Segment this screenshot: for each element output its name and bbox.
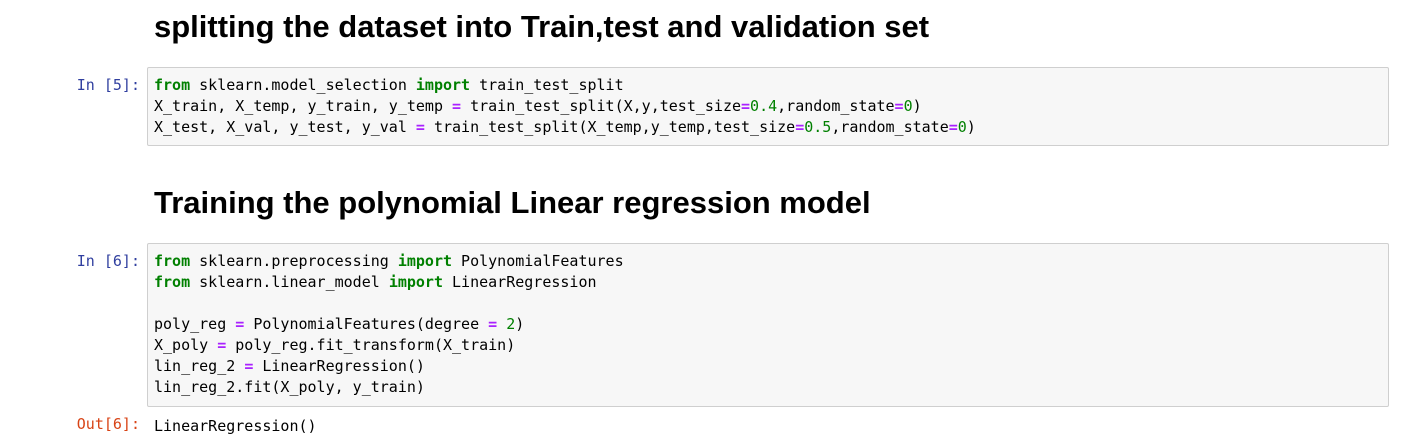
- code-token: ): [912, 97, 922, 115]
- code-token: X_test, X_val, y_test, y_val: [154, 118, 416, 136]
- code-token: train_test_split(X_temp,y_temp,test_size: [424, 118, 796, 136]
- code-token: LinearRegression(): [253, 357, 425, 375]
- code-line: lin_reg_2.fit(X_poly, y_train): [154, 377, 1382, 398]
- code-line: poly_reg = PolynomialFeatures(degree = 2…: [154, 314, 1382, 335]
- code-token: X_poly: [154, 336, 218, 354]
- code-token: poly_reg: [154, 315, 236, 333]
- code-line: X_poly = poly_reg.fit_transform(X_train): [154, 335, 1382, 356]
- code-operator: =: [741, 97, 751, 115]
- code-operator: =: [795, 118, 805, 136]
- code-line: from sklearn.linear_model import LinearR…: [154, 272, 1382, 293]
- code-token: PolynomialFeatures: [452, 252, 624, 270]
- output-prompt-6: Out[6]:: [76, 415, 140, 433]
- code-number: 0.5: [804, 118, 832, 136]
- code-keyword: import: [415, 76, 471, 94]
- code-cell-6[interactable]: from sklearn.preprocessing import Polyno…: [147, 243, 1389, 407]
- code-operator: =: [415, 118, 425, 136]
- code-token: LinearRegression: [443, 273, 597, 291]
- code-token: poly_reg.fit_transform(X_train): [226, 336, 516, 354]
- code-token: ): [515, 315, 525, 333]
- code-token: sklearn.linear_model: [190, 273, 389, 291]
- markdown-heading-training: Training the polynomial Linear regressio…: [154, 185, 871, 220]
- code-token: X_train, X_temp, y_train, y_temp: [154, 97, 453, 115]
- code-keyword: import: [397, 252, 453, 270]
- code-keyword: import: [388, 273, 443, 291]
- code-line: from sklearn.preprocessing import Polyno…: [154, 251, 1382, 272]
- code-token: train_test_split(X,y,test_size: [461, 97, 742, 115]
- code-line: from sklearn.model_selection import trai…: [154, 75, 1382, 96]
- code-keyword: from: [154, 273, 191, 291]
- code-line: X_train, X_temp, y_train, y_temp = train…: [154, 96, 1382, 117]
- code-token: sklearn.model_selection: [190, 76, 416, 94]
- code-number: 0: [903, 97, 913, 115]
- code-operator: =: [217, 336, 227, 354]
- code-token: lin_reg_2.fit(X_poly, y_train): [154, 378, 425, 396]
- code-token: sklearn.preprocessing: [190, 252, 398, 270]
- code-token: ,random_state: [831, 118, 949, 136]
- code-line: X_test, X_val, y_test, y_val = train_tes…: [154, 117, 1382, 138]
- output-text-6: LinearRegression(): [154, 417, 317, 435]
- code-operator: =: [244, 357, 254, 375]
- input-prompt-5: In [5]:: [76, 76, 140, 94]
- code-token: ): [966, 118, 976, 136]
- code-token: train_test_split: [470, 76, 624, 94]
- code-number: 2: [506, 315, 516, 333]
- code-line: lin_reg_2 = LinearRegression(): [154, 356, 1382, 377]
- code-operator: =: [488, 315, 498, 333]
- code-token: ,random_state: [777, 97, 895, 115]
- code-keyword: from: [154, 252, 191, 270]
- input-prompt-6: In [6]:: [76, 252, 140, 270]
- code-number: 0: [957, 118, 967, 136]
- code-token: lin_reg_2: [154, 357, 245, 375]
- code-operator: =: [894, 97, 904, 115]
- markdown-heading-split: splitting the dataset into Train,test an…: [154, 9, 930, 44]
- code-keyword: from: [154, 76, 191, 94]
- code-operator: =: [452, 97, 462, 115]
- code-cell-5[interactable]: from sklearn.model_selection import trai…: [147, 67, 1389, 146]
- code-number: 0.4: [750, 97, 778, 115]
- code-token: PolynomialFeatures(degree: [244, 315, 489, 333]
- code-operator: =: [235, 315, 245, 333]
- code-operator: =: [948, 118, 958, 136]
